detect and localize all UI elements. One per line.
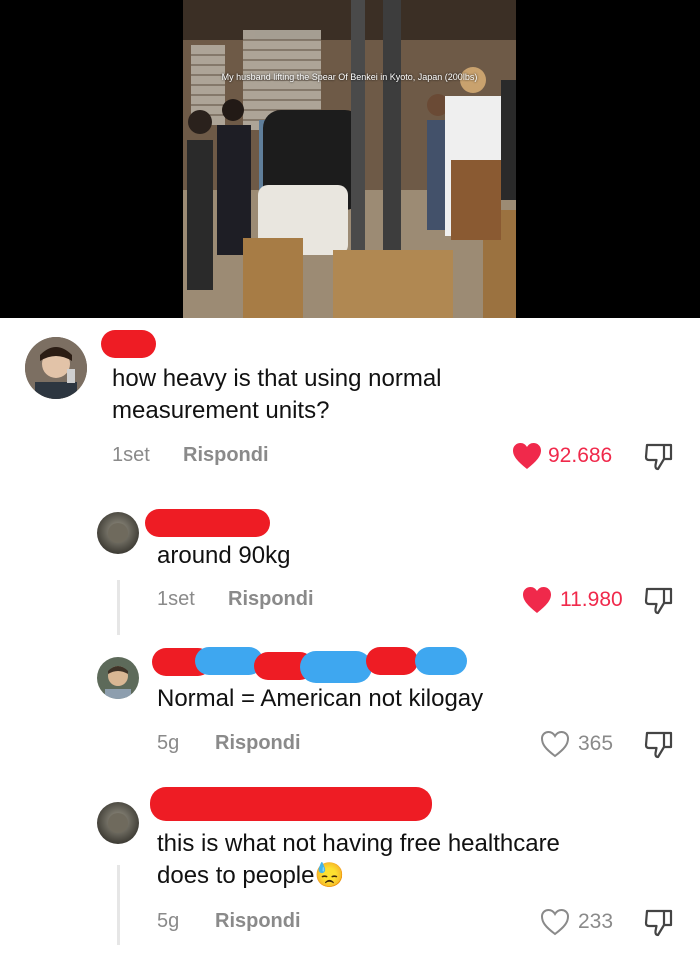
redacted-username [145,509,270,537]
comment-text-line: this is what not having free healthcare [157,830,560,857]
reply-button[interactable]: Rispondi [183,444,269,467]
avatar[interactable] [25,337,87,399]
comment-1: how heavy is that using normal measureme… [0,318,700,488]
video-scene [183,0,516,318]
comment-time: 5g [157,910,180,932]
comment-text-line: does to people😓 [157,860,560,892]
comment-time: 5g [157,732,180,754]
heart-icon[interactable] [540,730,570,758]
comment-time: 1set [112,444,150,466]
avatar[interactable] [97,657,139,699]
like-count: 365 [578,732,614,755]
comment-text-line: how heavy is that using normal [112,365,442,392]
redacted-username [150,787,432,821]
sad-sweat-emoji-icon: 😓 [314,862,345,889]
reply-button[interactable]: Rispondi [228,588,314,611]
comment-2: around 90kg 1set Rispondi 11.980 [0,500,700,640]
reply-button[interactable]: Rispondi [215,732,301,755]
video-player[interactable]: My husband lifting the Spear Of Benkei i… [0,0,700,318]
heart-icon[interactable] [522,586,552,614]
reply-button[interactable]: Rispondi [215,910,301,933]
redacted-username [101,330,156,358]
comment-text-line: measurement units? [112,397,330,424]
redacted-username [366,647,418,675]
redacted-username [415,647,467,675]
avatar[interactable] [97,512,139,554]
comment-text: this is what not having free healthcare … [157,828,560,892]
avatar-image [97,657,139,699]
like-count: 92.686 [548,444,613,467]
comment-text: around 90kg [157,540,290,572]
redacted-username [195,647,263,675]
video-caption: My husband lifting the Spear Of Benkei i… [221,72,478,82]
dislike-icon[interactable] [643,441,675,473]
video-frame: My husband lifting the Spear Of Benkei i… [183,0,516,318]
comment-text: Normal = American not kilogay [157,683,483,715]
heart-icon[interactable] [540,908,570,936]
avatar-image [97,802,139,844]
dislike-icon[interactable] [643,585,675,617]
avatar[interactable] [97,802,139,844]
comment-text: how heavy is that using normal measureme… [112,363,442,427]
dislike-icon[interactable] [643,729,675,761]
thread-line [117,865,120,945]
avatar-image [97,512,139,554]
comment-time: 1set [157,588,195,610]
like-count: 11.980 [560,588,623,611]
comment-text-line: around 90kg [157,542,291,569]
comment-4: this is what not having free healthcare … [0,780,700,965]
comment-text-line-part: does to people [157,862,315,889]
dislike-icon[interactable] [643,907,675,939]
comment-3: Normal = American not kilogay 5g Rispond… [0,640,700,780]
redacted-username [300,651,372,683]
heart-icon[interactable] [512,442,542,470]
thread-line [117,580,120,635]
like-count: 233 [578,910,614,933]
comment-text-line: Normal = American not kilogay [157,685,484,712]
avatar-image [25,337,87,399]
